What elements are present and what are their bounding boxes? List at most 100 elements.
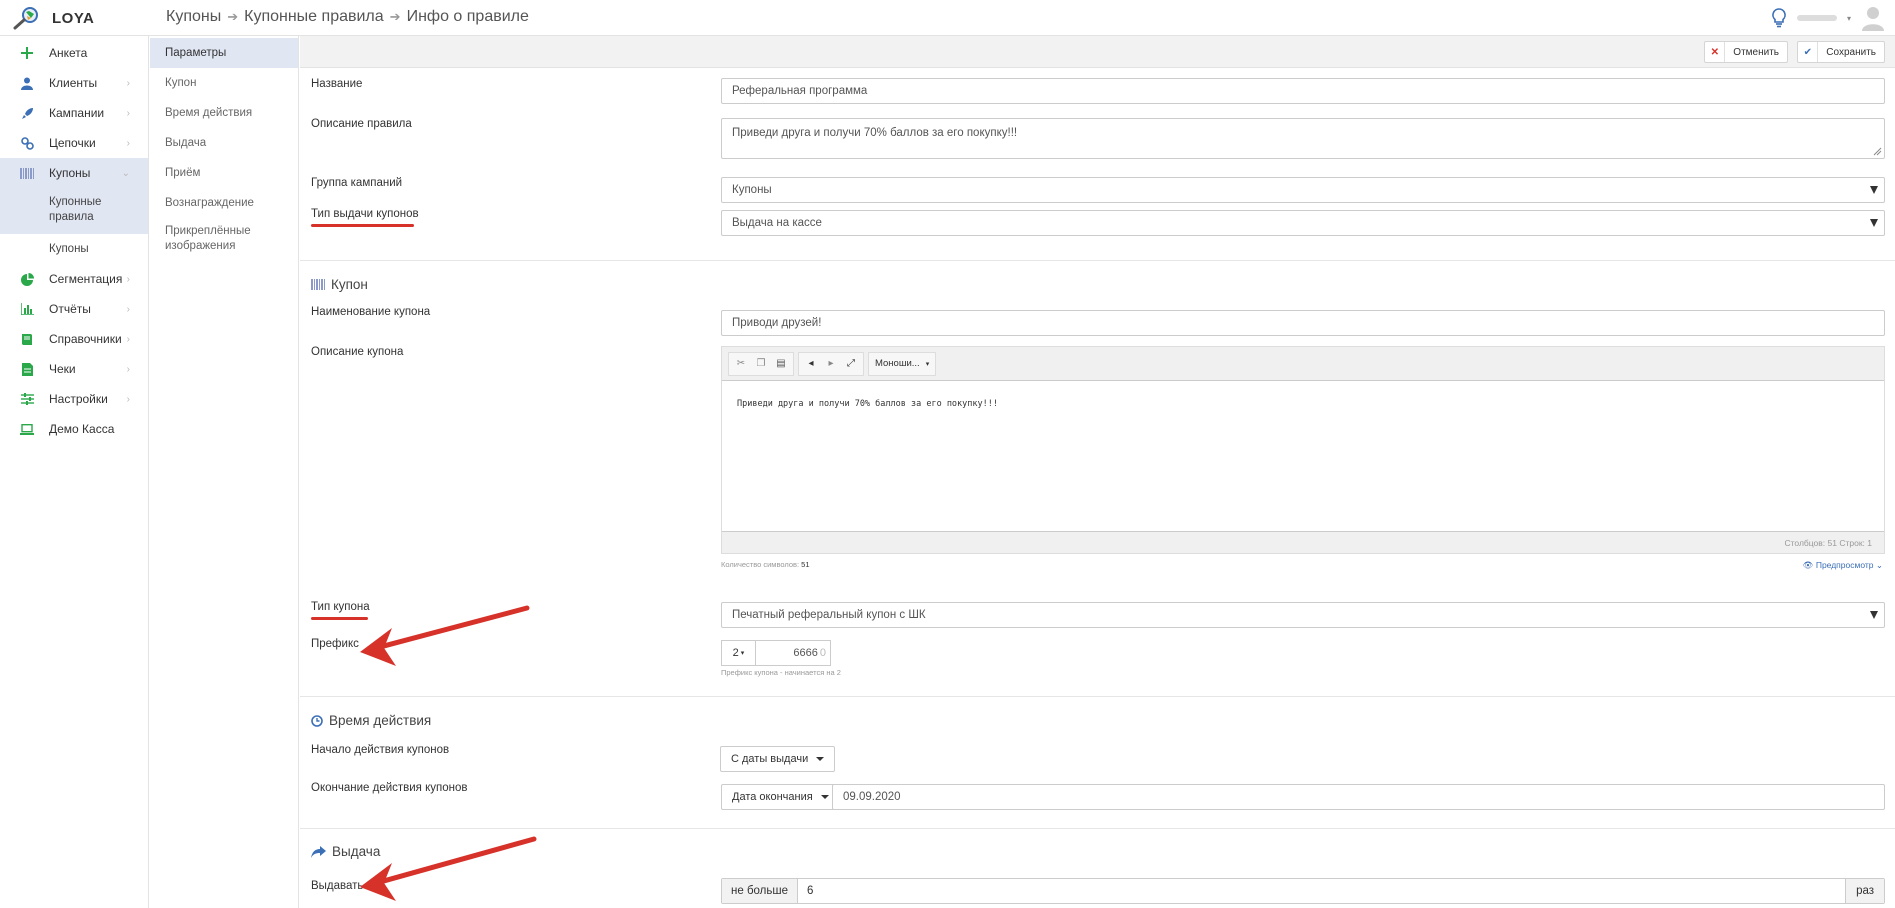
coupon-description-label: Описание купона [311, 346, 404, 358]
section-nav-validity[interactable]: Время действия [150, 98, 298, 128]
save-button[interactable]: ✔ Сохранить [1797, 41, 1885, 63]
check-icon: ✔ [1798, 42, 1819, 62]
chevron-down-icon[interactable]: ▾ [1847, 14, 1851, 23]
arrow-right-icon: ➔ [389, 9, 401, 24]
section-divider [300, 828, 1895, 829]
cut-icon[interactable]: ✂ [731, 354, 751, 374]
action-bar: ✕ Отменить ✔ Сохранить [300, 36, 1895, 68]
dropdown-arrow-icon [1870, 186, 1878, 194]
resize-handle-icon[interactable] [1873, 147, 1882, 156]
logo[interactable]: LOYA [12, 6, 94, 30]
validity-end-select[interactable]: Дата окончания [721, 784, 840, 810]
prefix-suffix: 0 [819, 647, 826, 659]
lightbulb-icon[interactable] [1771, 7, 1787, 29]
name-field[interactable]: Реферальная программа [721, 78, 1885, 104]
issue-type-select[interactable]: Выдача на кассе [721, 210, 1885, 236]
issue-limit-input[interactable]: 6 [798, 885, 1845, 897]
breadcrumb-item[interactable]: Купоны [166, 8, 221, 26]
chevron-right-icon: › [126, 393, 130, 405]
sidebar-subitem-coupon-rules[interactable]: Купонные правила [0, 188, 148, 234]
section-nav-parameters[interactable]: Параметры [150, 38, 298, 68]
breadcrumb-item: Инфо о правиле [406, 8, 529, 25]
campaign-group-label: Группа кампаний [311, 177, 403, 189]
cancel-button[interactable]: ✕ Отменить [1704, 41, 1788, 63]
prefix-select[interactable]: 2 ▾ [722, 641, 756, 665]
editor-status-bar: Столбцов: 51 Строк: 1 [722, 531, 1884, 553]
sidebar-item-clients[interactable]: Клиенты › [0, 68, 148, 98]
editor-body[interactable]: Приведи друга и получи 70% баллов за его… [722, 381, 1884, 531]
user-name[interactable] [1796, 15, 1837, 21]
undo-icon[interactable]: ◂ [801, 354, 821, 374]
section-divider [300, 696, 1895, 697]
sidebar-item-settings[interactable]: Настройки › [0, 384, 148, 414]
section-divider [300, 260, 1895, 261]
char-count-label: Количество символов: [721, 560, 800, 569]
issue-limit-input-group: не больше 6 раз [721, 878, 1885, 904]
eye-icon: 👁 [1802, 560, 1814, 570]
maximize-icon[interactable]: ⤢ [841, 354, 861, 374]
chevron-down-icon: ▾ [925, 360, 930, 368]
rule-description-label: Описание правила [311, 118, 412, 130]
sidebar-item-label: Анкета [49, 46, 88, 60]
dropdown-arrow-icon [1870, 611, 1878, 619]
chevron-down-icon [820, 795, 829, 799]
sidebar-item-campaigns[interactable]: Кампании › [0, 98, 148, 128]
sidebar-item-segmentation[interactable]: Сегментация › [0, 264, 148, 294]
font-select[interactable]: Моноши... ▾ [868, 351, 937, 376]
toolbar-group: ◂ ▸ ⤢ [798, 351, 864, 376]
sidebar-item-chains[interactable]: Цепочки › [0, 128, 148, 158]
sidebar-subitem-coupons[interactable]: Купоны [0, 234, 148, 264]
editor-toolbar: ✂ ❐ ▤ ◂ ▸ ⤢ Моноши... ▾ [722, 347, 1884, 381]
sidebar: Анкета Клиенты › Кампании › Цепочки › Ку… [0, 36, 149, 908]
preview-link[interactable]: 👁 Предпросмотр ⌄ [1803, 560, 1883, 571]
sidebar-item-label: Справочники [49, 332, 122, 346]
chevron-down-icon: ⌄ [1875, 560, 1883, 570]
sidebar-item-label: Настройки [49, 392, 108, 406]
sidebar-item-demo-cash[interactable]: Демо Касса [0, 414, 148, 444]
section-nav-acceptance[interactable]: Приём [150, 158, 298, 188]
paste-icon[interactable]: ▤ [771, 354, 791, 374]
sidebar-item-anketa[interactable]: Анкета [0, 38, 148, 68]
chevron-right-icon: › [126, 333, 130, 345]
prefix-input[interactable]: 6666 0 [756, 641, 830, 665]
chevron-right-icon: › [126, 273, 130, 285]
section-nav-images[interactable]: Прикреплённые изображения [150, 218, 298, 260]
issue-type-value: Выдача на кассе [732, 217, 822, 229]
coupon-name-field[interactable]: Приводи друзей! [721, 310, 1885, 336]
clock-icon [311, 714, 323, 727]
sidebar-item-label: Отчёты [49, 302, 91, 316]
share-arrow-icon [311, 845, 326, 858]
issue-section-label: Выдача [332, 844, 381, 859]
avatar[interactable] [1861, 5, 1885, 31]
chevron-right-icon: › [126, 363, 130, 375]
issue-limit-label: Выдавать [311, 880, 364, 892]
validity-start-select[interactable]: С даты выдачи [720, 746, 836, 772]
chevron-right-icon: › [126, 303, 130, 315]
sidebar-item-receipts[interactable]: Чеки › [0, 354, 148, 384]
editor-text: Приведи друга и получи 70% баллов за его… [737, 399, 998, 409]
breadcrumb-item[interactable]: Купонные правила [244, 8, 384, 26]
section-nav-reward[interactable]: Вознаграждение [150, 188, 298, 218]
sidebar-item-coupons[interactable]: Купоны ⌄ [0, 158, 148, 188]
redo-icon[interactable]: ▸ [821, 354, 841, 374]
char-count-value: 51 [801, 560, 810, 569]
validity-end-date-field[interactable]: 09.09.2020 [832, 784, 1885, 810]
sidebar-item-reports[interactable]: Отчёты › [0, 294, 148, 324]
section-nav-coupon[interactable]: Купон [150, 68, 298, 98]
section-nav-issue[interactable]: Выдача [150, 128, 298, 158]
top-bar: LOYA Купоны ➔ Купонные правила ➔ Инфо о … [0, 0, 1895, 36]
prefix-label: Префикс [311, 638, 359, 650]
rule-description-field[interactable]: Приведи друга и получи 70% баллов за его… [721, 118, 1885, 159]
name-value: Реферальная программа [732, 85, 868, 97]
coupon-type-select[interactable]: Печатный реферальный купон с ШК [721, 602, 1885, 628]
coupon-type-label: Тип купона [311, 601, 370, 613]
coupon-section-title: Купон [311, 277, 368, 292]
user-icon [20, 76, 34, 90]
close-icon: ✕ [1705, 42, 1726, 62]
sidebar-item-directories[interactable]: Справочники › [0, 324, 148, 354]
campaign-group-select[interactable]: Купоны [721, 177, 1885, 203]
section-nav-label: Прикреплённые изображения [165, 225, 251, 252]
coupon-name-label: Наименование купона [311, 306, 431, 318]
prefix-value: 6666 [793, 647, 818, 659]
copy-icon[interactable]: ❐ [751, 354, 771, 374]
